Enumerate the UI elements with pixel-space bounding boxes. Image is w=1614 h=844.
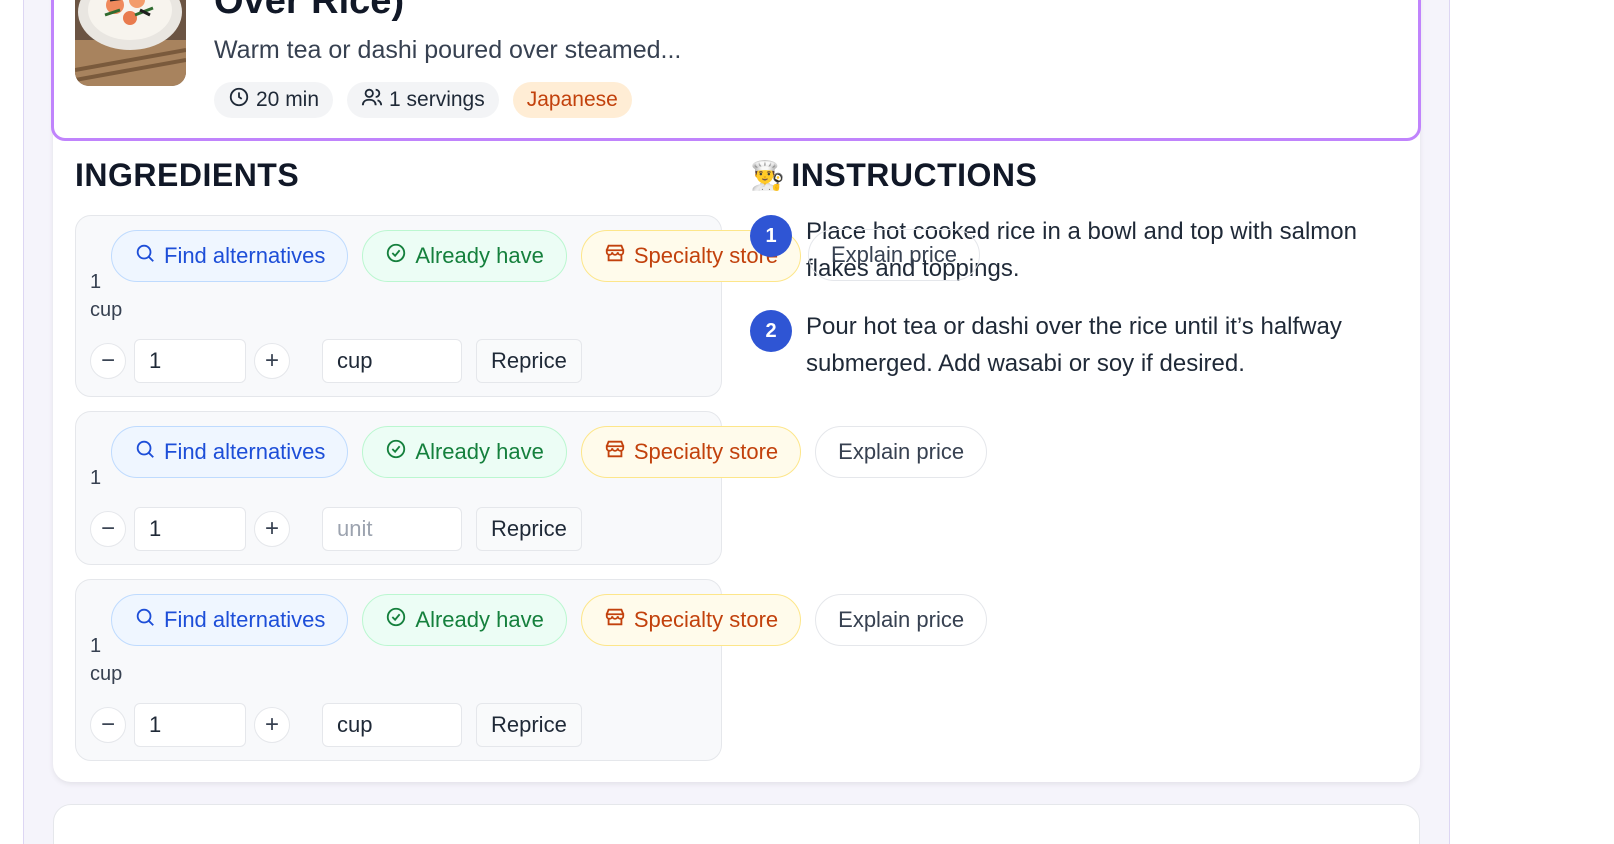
chef-icon: 👨‍🍳 <box>750 160 786 191</box>
time-chip: 20 min <box>214 82 334 118</box>
ingredients-heading: INGREDIENTS <box>75 157 300 193</box>
find-alternatives-button[interactable]: Find alternatives <box>111 230 349 282</box>
explain-price-label: Explain price <box>838 439 965 464</box>
servings-value: 1 servings <box>389 88 485 111</box>
search-icon <box>134 438 156 466</box>
ingredient-unit: cup <box>90 299 123 321</box>
unit-input[interactable] <box>322 703 462 747</box>
explain-price-button[interactable]: Explain price <box>815 426 988 478</box>
check-circle-icon <box>385 438 407 466</box>
instructions-heading: 👨‍🍳 INSTRUCTIONS <box>750 157 1037 194</box>
specialty-store-label: Specialty store <box>633 607 779 632</box>
step-text: Pour hot tea or dashi over the rice unti… <box>806 313 1342 377</box>
explain-price-button[interactable]: Explain price <box>815 594 988 646</box>
instructions-heading-label: INSTRUCTIONS <box>791 157 1038 193</box>
already-have-button[interactable]: Already have <box>362 230 567 282</box>
increment-button[interactable]: + <box>254 511 290 547</box>
cuisine-badge: Japanese <box>512 82 632 118</box>
already-have-button[interactable]: Already have <box>362 426 567 478</box>
clock-icon <box>228 86 250 114</box>
ingredient-unit: cup <box>90 663 123 685</box>
find-alternatives-button[interactable]: Find alternatives <box>111 594 349 646</box>
already-have-button[interactable]: Already have <box>362 594 567 646</box>
quantity-input[interactable] <box>134 339 246 383</box>
recipe-thumbnail <box>75 0 186 86</box>
quantity-controls: − + Reprice <box>90 507 582 551</box>
search-icon <box>134 606 156 634</box>
explain-price-button[interactable]: Explain price <box>808 229 980 281</box>
reprice-button[interactable]: Reprice <box>476 703 582 747</box>
find-alternatives-label: Find alternatives <box>164 243 326 268</box>
explain-price-label: Explain price <box>838 607 965 632</box>
users-icon <box>361 86 383 114</box>
ingredient-quantity-label: 1 <box>90 464 101 492</box>
search-icon <box>134 242 156 270</box>
ingredient-card: Find alternatives Already have Specialty… <box>75 215 802 397</box>
already-have-label: Already have <box>415 243 544 268</box>
decrement-button[interactable]: − <box>90 707 126 743</box>
unit-input[interactable] <box>322 339 462 383</box>
decrement-button[interactable]: − <box>90 343 126 379</box>
specialty-store-button[interactable]: Specialty store <box>580 594 802 646</box>
ingredient-quantity-label: 1 cup <box>90 632 122 688</box>
unit-input[interactable] <box>322 507 462 551</box>
quantity-input[interactable] <box>134 507 246 551</box>
recipe-title: Over Rice) <box>214 0 405 22</box>
ingredient-qty: 1 <box>90 635 102 657</box>
already-have-label: Already have <box>415 439 544 464</box>
find-alternatives-button[interactable]: Find alternatives <box>111 426 349 478</box>
ingredient-qty: 1 <box>90 467 102 489</box>
find-alternatives-label: Find alternatives <box>164 607 326 632</box>
check-circle-icon <box>385 606 407 634</box>
store-icon <box>604 438 626 466</box>
increment-button[interactable]: + <box>254 707 290 743</box>
ingredient-qty: 1 <box>90 271 102 293</box>
store-icon <box>604 242 626 270</box>
servings-chip: 1 servings <box>347 82 499 118</box>
ingredient-card: Find alternatives Already have Specialty… <box>75 411 988 565</box>
quantity-controls: − + Reprice <box>90 339 582 383</box>
quantity-input[interactable] <box>134 703 246 747</box>
ingredient-quantity-label: 1 cup <box>90 268 122 324</box>
store-icon <box>604 606 626 634</box>
reprice-button[interactable]: Reprice <box>476 339 582 383</box>
specialty-store-label: Specialty store <box>633 439 779 464</box>
time-value: 20 min <box>256 88 320 111</box>
find-alternatives-label: Find alternatives <box>164 439 326 464</box>
explain-price-label: Explain price <box>831 242 957 267</box>
increment-button[interactable]: + <box>254 343 290 379</box>
step-number: 2 <box>750 310 792 352</box>
quantity-controls: − + Reprice <box>90 703 582 747</box>
reprice-button[interactable]: Reprice <box>476 507 582 551</box>
next-card <box>53 804 1420 844</box>
ingredient-actions: Find alternatives Already have Specialty… <box>111 594 988 646</box>
recipe-meta: 20 min 1 servings Japanese <box>214 82 632 118</box>
recipe-description: Warm tea or dashi poured over steamed... <box>214 36 682 64</box>
cuisine-value: Japanese <box>526 88 618 111</box>
instruction-step: 2 Pour hot tea or dashi over the rice un… <box>750 310 1396 382</box>
ingredient-actions: Find alternatives Already have Specialty… <box>111 426 988 478</box>
ingredient-card: Find alternatives Already have Specialty… <box>75 579 988 761</box>
specialty-store-button[interactable]: Specialty store <box>580 426 802 478</box>
ingredient-actions: Find alternatives Already have Specialty… <box>111 230 802 282</box>
decrement-button[interactable]: − <box>90 511 126 547</box>
already-have-label: Already have <box>415 607 544 632</box>
step-number: 1 <box>750 215 792 257</box>
check-circle-icon <box>385 242 407 270</box>
